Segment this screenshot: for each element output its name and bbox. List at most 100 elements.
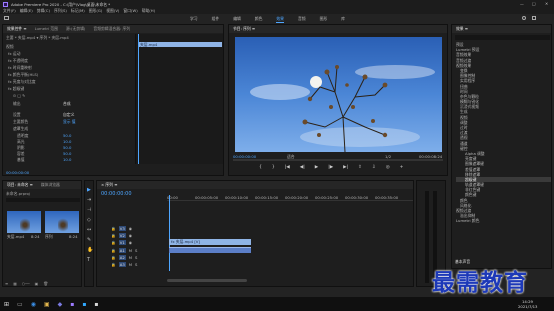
zoom-slider[interactable]: ○── bbox=[22, 281, 30, 286]
track-a1-lock-icon[interactable]: 🔒 bbox=[111, 248, 116, 253]
effect-ultra-key[interactable]: fx 超级键 bbox=[8, 86, 24, 91]
project-search-input[interactable] bbox=[6, 198, 80, 202]
workspace-audio[interactable]: 音频 bbox=[298, 16, 306, 23]
track-v3-eye-icon[interactable]: ◉ bbox=[129, 226, 132, 231]
track-a2-mute-icon[interactable]: M bbox=[129, 255, 132, 260]
track-v3-lock-icon[interactable]: 🔒 bbox=[111, 226, 116, 231]
timeline-clip-video[interactable]: fx 夹层.mp4 [V] bbox=[169, 239, 251, 245]
play-icon[interactable]: ▶ bbox=[315, 165, 318, 173]
track-v2-eye-icon[interactable]: ◉ bbox=[129, 233, 132, 238]
workspace-learn[interactable]: 学习 bbox=[190, 16, 198, 23]
tab-effects[interactable]: 效果 ≡ bbox=[456, 26, 468, 32]
workspace-graphics[interactable]: 图形 bbox=[320, 16, 328, 23]
tab-source[interactable]: 源:(无剪辑) bbox=[66, 26, 85, 32]
prop-matte-gen[interactable]: 遮罩生成 bbox=[13, 126, 28, 131]
tolerance-value[interactable]: 50.0 bbox=[63, 151, 71, 156]
tab-project[interactable]: 项目: 未命名 ≡ bbox=[7, 182, 33, 188]
track-v1-lock-icon[interactable]: 🔒 bbox=[111, 240, 116, 245]
mark-in-icon[interactable]: { bbox=[259, 165, 262, 173]
tab-lumetri-scopes[interactable]: Lumetri 范围 bbox=[35, 26, 58, 32]
track-v2-label[interactable]: V2 bbox=[118, 232, 126, 238]
effect-controls-timecode[interactable]: 00:00:00:00 bbox=[6, 170, 29, 175]
track-a1-solo-icon[interactable]: S bbox=[135, 248, 137, 253]
pen-tool-icon[interactable]: ✎ bbox=[87, 237, 91, 243]
mark-out-icon[interactable]: } bbox=[272, 165, 275, 173]
tab-program[interactable]: 节目: 序列 ≡ bbox=[233, 26, 255, 32]
effect-opacity[interactable]: fx 不透明度 bbox=[8, 58, 28, 63]
track-v2-lock-icon[interactable]: 🔒 bbox=[111, 233, 116, 238]
search-icon[interactable] bbox=[522, 16, 526, 20]
ripple-edit-icon[interactable]: ⊣ bbox=[87, 207, 91, 213]
program-scrub-bar[interactable] bbox=[233, 159, 443, 161]
track-a1-label[interactable]: A1 bbox=[118, 247, 126, 253]
effects-search-input[interactable] bbox=[455, 35, 550, 40]
store-icon[interactable]: ◆ bbox=[58, 301, 63, 308]
clock-date[interactable]: 2021/7/13 bbox=[518, 304, 537, 309]
track-a1-mute-icon[interactable]: M bbox=[129, 248, 132, 253]
timeline-ruler[interactable]: 00:00 00:00:05:00 00:00:10:00 00:00:15:0… bbox=[167, 195, 413, 201]
track-a2-label[interactable]: A2 bbox=[118, 254, 126, 260]
start-icon[interactable]: ⊞ bbox=[4, 301, 9, 308]
track-a2-lock-icon[interactable]: 🔒 bbox=[111, 255, 116, 260]
effects-item-lumetri[interactable]: Lumetri 颜色 bbox=[456, 218, 551, 223]
highlight-value[interactable]: 10.0 bbox=[63, 139, 71, 144]
premiere-taskbar-icon[interactable]: ▪ bbox=[70, 301, 74, 308]
clip-header[interactable]: 主要 * 夹层.mp4 ▾ 序列 * 夹层.mp4 bbox=[6, 35, 69, 40]
workspace-editing[interactable]: 编辑 bbox=[233, 16, 241, 23]
photoshop-taskbar-icon[interactable]: ▪ bbox=[82, 301, 86, 308]
effect-color-balance[interactable]: fx 颜色平衡(HLS) bbox=[8, 72, 38, 77]
workspace-libraries[interactable]: 库 bbox=[341, 16, 345, 23]
effect-brightness-contrast[interactable]: fx 亮度与对比度 bbox=[8, 79, 36, 84]
effect-time-remap[interactable]: fx 时间重映射 bbox=[8, 65, 32, 70]
track-a3-label[interactable]: A3 bbox=[118, 261, 126, 267]
folder-icon[interactable]: ▣ bbox=[44, 301, 50, 308]
new-item-icon[interactable]: ▣ bbox=[35, 281, 39, 286]
mini-playhead[interactable] bbox=[138, 34, 139, 164]
mini-clip-bar[interactable]: 夹层.mp4 bbox=[138, 42, 222, 47]
setting-value[interactable]: 自定义 bbox=[63, 112, 74, 118]
track-a2-solo-icon[interactable]: S bbox=[135, 255, 137, 260]
workspace-effects[interactable]: 效果 bbox=[276, 16, 284, 23]
selection-tool-icon[interactable]: ▶ bbox=[87, 187, 91, 193]
effect-motion[interactable]: fx 运动 bbox=[8, 51, 20, 56]
tab-audio-mixer[interactable]: 音频剪辑混合器: 序列 bbox=[93, 26, 130, 32]
add-button-icon[interactable]: + bbox=[400, 165, 404, 173]
export-frame-icon[interactable]: ◎ bbox=[386, 165, 390, 173]
lift-icon[interactable]: ⇧ bbox=[358, 165, 362, 173]
output-value[interactable]: 合成 bbox=[63, 101, 71, 107]
workspace-color[interactable]: 颜色 bbox=[255, 16, 263, 23]
tab-media-browser[interactable]: 媒体浏览器 bbox=[41, 182, 60, 188]
shadow-value[interactable]: 50.0 bbox=[63, 145, 71, 150]
track-v3-label[interactable]: V3 bbox=[118, 225, 126, 231]
list-view-icon[interactable]: ≡ bbox=[5, 281, 8, 286]
delete-icon[interactable]: 🗑 bbox=[43, 281, 48, 286]
slip-tool-icon[interactable]: ↔ bbox=[87, 227, 91, 233]
taskview-icon[interactable]: ▭ bbox=[17, 301, 23, 308]
timeline-clip-audio[interactable] bbox=[169, 247, 251, 253]
project-item-clip[interactable] bbox=[7, 211, 41, 233]
transparency-value[interactable]: 50.0 bbox=[63, 133, 71, 138]
pedestal-value[interactable]: 10.0 bbox=[63, 157, 71, 162]
project-item-sequence[interactable] bbox=[45, 211, 79, 233]
hand-tool-icon[interactable]: ✋ bbox=[87, 247, 93, 253]
app-taskbar-icon[interactable]: ▪ bbox=[94, 301, 98, 308]
track-a3-solo-icon[interactable]: S bbox=[135, 262, 137, 267]
tab-sequence[interactable]: × 序列 ≡ bbox=[101, 182, 117, 188]
icon-view-icon[interactable]: ▦ bbox=[13, 281, 17, 286]
home-icon[interactable] bbox=[4, 16, 9, 20]
razor-tool-icon[interactable]: ◇ bbox=[87, 217, 91, 223]
go-to-out-icon[interactable]: ▶| bbox=[343, 165, 348, 173]
workspace-assembly[interactable]: 组件 bbox=[212, 16, 220, 23]
program-video-frame[interactable] bbox=[235, 37, 442, 152]
step-forward-icon[interactable]: |▶ bbox=[328, 165, 333, 173]
track-select-icon[interactable]: ⇥ bbox=[87, 197, 91, 203]
browser-icon[interactable]: ◉ bbox=[31, 301, 36, 308]
go-to-in-icon[interactable]: |◀ bbox=[285, 165, 290, 173]
track-v1-label[interactable]: V1 bbox=[118, 239, 126, 245]
tab-effect-controls[interactable]: 效果控件 ≡ bbox=[7, 26, 27, 32]
notification-icon[interactable] bbox=[532, 16, 536, 20]
timeline-playhead[interactable] bbox=[169, 195, 170, 271]
track-a3-lock-icon[interactable]: 🔒 bbox=[111, 262, 116, 267]
minimize-button[interactable]: — bbox=[520, 1, 524, 6]
timeline-timecode[interactable]: 00:00:00:00 bbox=[101, 191, 132, 197]
